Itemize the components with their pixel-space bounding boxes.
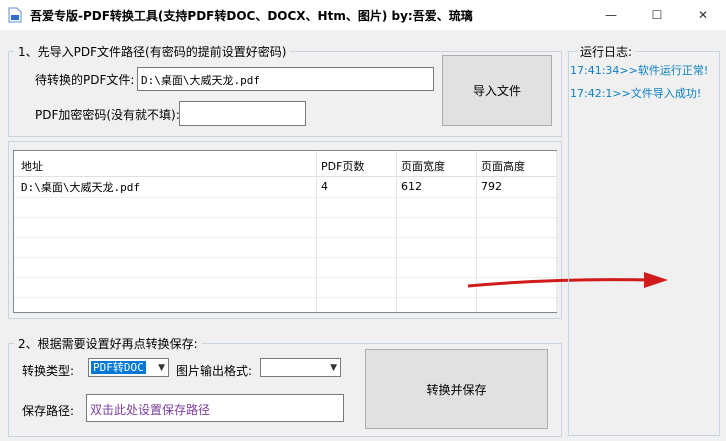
minimize-button[interactable]: — <box>588 0 634 30</box>
column-header-address[interactable]: 地址 <box>21 158 43 174</box>
table-row <box>14 237 556 238</box>
convert-save-button[interactable]: 转换并保存 <box>365 349 548 429</box>
import-group-title: 1、先导入PDF文件路径(有密码的提前设置好密码) <box>14 43 291 60</box>
close-icon: ✕ <box>697 8 709 22</box>
minimize-icon: — <box>605 8 617 22</box>
convert-group-title: 2、根据需要设置好再点转换保存: <box>14 335 202 352</box>
table-row <box>14 297 556 298</box>
title-bar: 吾爱专版-PDF转换工具(支持PDF转DOC、DOCX、Htm、图片) by:吾… <box>0 0 726 30</box>
pdf-file-input[interactable]: D:\桌面\大威天龙.pdf <box>137 67 434 91</box>
app-icon <box>8 7 22 23</box>
pdf-file-label: 待转换的PDF文件: <box>35 73 135 87</box>
cell-page-height: 792 <box>481 180 502 193</box>
log-group-title: 运行日志: <box>576 43 637 60</box>
log-group <box>568 51 720 436</box>
convert-type-value: PDF转DOC <box>91 361 146 374</box>
window-title: 吾爱专版-PDF转换工具(支持PDF转DOC、DOCX、Htm、图片) by:吾… <box>30 9 473 23</box>
cell-page-width: 612 <box>401 180 422 193</box>
maximize-icon: ☐ <box>651 8 663 22</box>
pdf-password-label: PDF加密密码(没有就不填): <box>35 108 180 122</box>
import-file-button[interactable]: 导入文件 <box>442 55 552 126</box>
log-line: 17:42:1>>文件导入成功! <box>570 87 702 100</box>
image-format-select[interactable]: ▼ <box>260 358 341 377</box>
column-header-page-count[interactable]: PDF页数 <box>321 158 364 174</box>
header-divider <box>14 176 556 177</box>
table-row <box>14 257 556 258</box>
column-header-page-width[interactable]: 页面宽度 <box>401 158 445 174</box>
log-line: 17:41:34>>软件运行正常! <box>570 64 709 77</box>
table-row <box>14 197 556 198</box>
column-divider <box>316 151 317 312</box>
save-path-input[interactable]: 双击此处设置保存路径 <box>86 394 344 422</box>
convert-type-label: 转换类型: <box>22 364 75 378</box>
column-divider <box>396 151 397 312</box>
image-format-label: 图片输出格式: <box>176 364 253 378</box>
column-header-page-height[interactable]: 页面高度 <box>481 158 525 174</box>
maximize-button[interactable]: ☐ <box>634 0 680 30</box>
chevron-down-icon: ▼ <box>158 363 165 373</box>
chevron-down-icon: ▼ <box>330 363 337 373</box>
save-path-label: 保存路径: <box>22 404 75 418</box>
close-button[interactable]: ✕ <box>680 0 726 30</box>
cell-page-count: 4 <box>321 180 328 193</box>
convert-type-select[interactable]: PDF转DOC ▼ <box>88 358 169 377</box>
pdf-password-input[interactable] <box>179 101 306 126</box>
table-row <box>14 217 556 218</box>
cell-address: D:\桌面\大威天龙.pdf <box>21 181 140 194</box>
